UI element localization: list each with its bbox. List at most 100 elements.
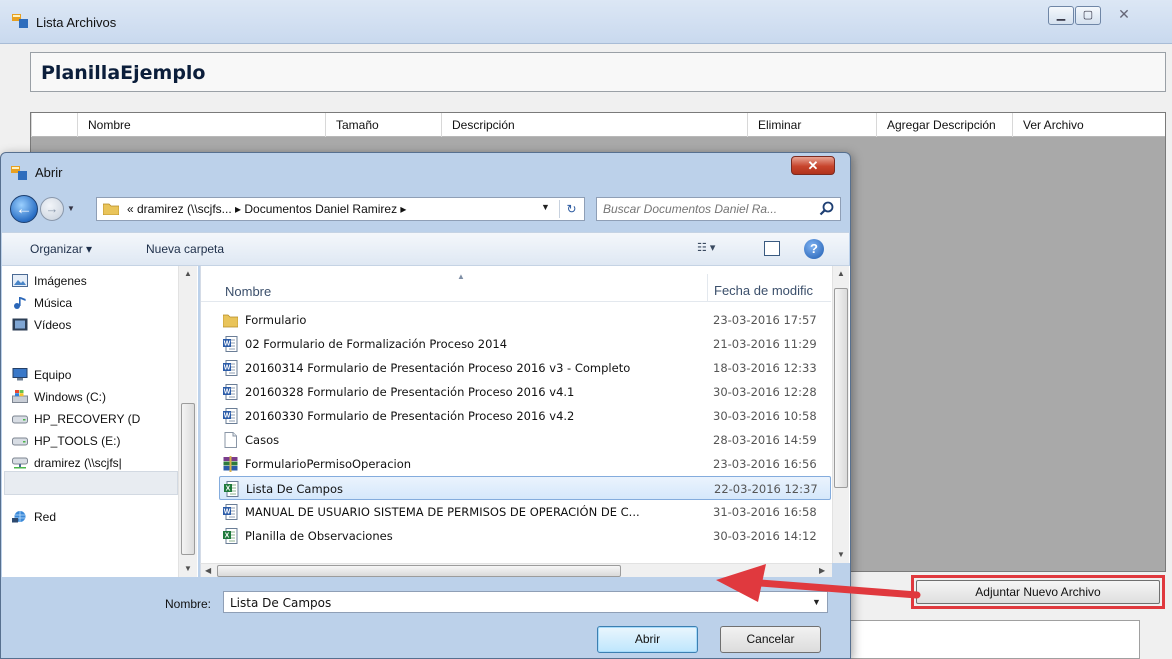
change-view-icon[interactable]: ☷ ▾ xyxy=(697,241,715,254)
window-close-button[interactable]: ✕ xyxy=(1104,6,1144,25)
file-row[interactable]: W 20160330 Formulario de Presentación Pr… xyxy=(219,404,831,428)
file-row[interactable]: W 20160328 Formulario de Presentación Pr… xyxy=(219,380,831,404)
word-doc-icon: W xyxy=(223,504,238,520)
nav-item-dramirez-network-drive[interactable]: dramirez (\\scjfs| xyxy=(12,452,122,474)
computer-icon xyxy=(12,368,28,381)
maximize-button[interactable]: ▢ xyxy=(1075,6,1101,25)
forward-button[interactable]: → xyxy=(40,197,64,221)
minimize-button[interactable]: ▁ xyxy=(1048,6,1074,25)
file-list-scroll-thumb[interactable] xyxy=(834,288,848,488)
preview-pane-icon[interactable] xyxy=(764,241,780,256)
column-header-name[interactable]: Nombre xyxy=(225,284,271,299)
network-icon xyxy=(12,511,26,523)
nav-scrollbar[interactable]: ▲ ▼ xyxy=(178,266,197,577)
horizontal-scroll-thumb[interactable] xyxy=(217,565,621,577)
grid-col-tamano[interactable]: Tamaño xyxy=(325,113,441,137)
scroll-up-icon[interactable]: ▲ xyxy=(837,269,845,278)
file-row[interactable]: FormularioPermisoOperacion 23-03-2016 16… xyxy=(219,452,831,476)
lower-panel xyxy=(850,612,1170,659)
scroll-down-icon[interactable]: ▼ xyxy=(837,550,845,559)
grid-col-descripcion[interactable]: Descripción xyxy=(441,113,747,137)
search-input[interactable] xyxy=(603,201,813,217)
file-row[interactable]: X Planilla de Observaciones 30-03-2016 1… xyxy=(219,524,831,548)
nav-item-imagenes[interactable]: Imágenes xyxy=(12,270,87,292)
help-icon[interactable]: ? xyxy=(804,239,824,259)
refresh-icon[interactable]: ↻ xyxy=(559,200,583,218)
file-date: 30-03-2016 10:58 xyxy=(713,409,817,423)
nav-item-red[interactable]: Red xyxy=(12,506,56,528)
folder-icon xyxy=(103,203,119,215)
file-date: 23-03-2016 16:56 xyxy=(713,457,817,471)
nav-item-equipo[interactable]: Equipo xyxy=(12,364,71,386)
file-list-scrollbar[interactable]: ▲ ▼ xyxy=(832,266,849,563)
nav-item-windows-c[interactable]: Windows (C:) xyxy=(12,386,106,408)
nav-item-label: HP_RECOVERY (D xyxy=(34,412,141,426)
folder-icon xyxy=(223,314,238,328)
file-name: Lista De Campos xyxy=(246,482,343,496)
scroll-left-icon[interactable]: ◀ xyxy=(205,566,211,575)
grid-col-nombre[interactable]: Nombre xyxy=(77,113,325,137)
column-header-date[interactable]: Fecha de modific xyxy=(707,274,831,302)
file-list[interactable]: ▲ Nombre Fecha de modific Formulario 23-… xyxy=(200,266,850,563)
dialog-close-button[interactable]: ✕ xyxy=(791,156,835,175)
file-name: 20160314 Formulario de Presentación Proc… xyxy=(245,361,631,375)
file-row-selected[interactable]: X Lista De Campos 22-03-2016 12:37 xyxy=(219,476,831,500)
organize-button[interactable]: Organizar ▾ xyxy=(30,242,92,256)
nav-item-hp-tools[interactable]: HP_TOOLS (E:) xyxy=(12,430,120,452)
file-date: 21-03-2016 11:29 xyxy=(713,337,817,351)
file-row[interactable]: W MANUAL DE USUARIO SISTEMA DE PERMISOS … xyxy=(219,500,831,524)
annotation-arrow xyxy=(716,564,921,602)
grid-col-ver-archivo[interactable]: Ver Archivo xyxy=(1012,113,1165,137)
annotation-highlight-box xyxy=(911,575,1165,609)
svg-text:X: X xyxy=(226,486,231,493)
nav-item-label: Red xyxy=(34,510,57,524)
filename-label: Nombre: xyxy=(165,597,212,611)
videos-icon xyxy=(12,318,28,331)
nav-item-label: Equipo xyxy=(34,368,72,382)
file-list-header: ▲ Nombre Fecha de modific xyxy=(201,270,831,302)
nav-item-label: HP_TOOLS (E:) xyxy=(34,434,121,448)
search-box[interactable] xyxy=(596,197,841,221)
cancel-button[interactable]: Cancelar xyxy=(720,626,821,653)
grid-col-eliminar[interactable]: Eliminar xyxy=(747,113,876,137)
nav-item-label: Imágenes xyxy=(34,274,87,288)
navigation-pane[interactable]: Imágenes Música Vídeos Equipo Windows (C… xyxy=(2,266,198,577)
address-bar[interactable]: « dramirez (\\scjfs... ▸ Documentos Dani… xyxy=(96,197,585,221)
recent-locations-dropdown-icon[interactable]: ▼ xyxy=(67,204,75,213)
scroll-up-icon[interactable]: ▲ xyxy=(184,269,192,278)
nav-item-hp-recovery[interactable]: HP_RECOVERY (D xyxy=(12,408,140,430)
file-row[interactable]: Casos 28-03-2016 14:59 xyxy=(219,428,831,452)
back-button[interactable]: ← xyxy=(10,195,38,223)
grid-header: Nombre Tamaño Descripción Eliminar Agreg… xyxy=(31,113,1165,137)
address-path[interactable]: « dramirez (\\scjfs... ▸ Documentos Dani… xyxy=(127,202,406,216)
nav-item-label: Windows (C:) xyxy=(34,390,107,404)
word-doc-icon: W xyxy=(223,336,238,352)
new-folder-button[interactable]: Nueva carpeta xyxy=(146,242,224,256)
word-doc-icon: W xyxy=(223,408,238,424)
network-drive-icon xyxy=(12,457,28,469)
nav-scroll-thumb[interactable] xyxy=(181,403,195,555)
word-doc-icon: W xyxy=(223,360,238,376)
file-name: 02 Formulario de Formalización Proceso 2… xyxy=(245,337,508,351)
window-titlebar: Lista Archivos ▁ ▢ ✕ xyxy=(0,0,1172,44)
nav-item-musica[interactable]: Música xyxy=(12,292,72,314)
file-row[interactable]: Formulario 23-03-2016 17:57 xyxy=(219,308,831,332)
music-icon xyxy=(14,297,26,309)
open-button[interactable]: Abrir xyxy=(597,626,698,653)
file-name: Casos xyxy=(245,433,280,447)
nav-item-label: Música xyxy=(34,296,73,310)
archive-icon xyxy=(223,456,238,472)
scroll-down-icon[interactable]: ▼ xyxy=(184,564,192,573)
grid-col-agregar-descripcion[interactable]: Agregar Descripción xyxy=(876,113,1012,137)
svg-text:W: W xyxy=(224,389,231,396)
address-dropdown-icon[interactable]: ▼ xyxy=(541,202,550,212)
file-date: 28-03-2016 14:59 xyxy=(713,433,817,447)
file-date: 23-03-2016 17:57 xyxy=(713,313,817,327)
nav-item-videos[interactable]: Vídeos xyxy=(12,314,71,336)
app-window-icon xyxy=(12,14,28,28)
word-doc-icon: W xyxy=(223,384,238,400)
file-row[interactable]: W 20160314 Formulario de Presentación Pr… xyxy=(219,356,831,380)
file-name: Formulario xyxy=(245,313,307,327)
search-icon[interactable] xyxy=(819,201,835,217)
file-row[interactable]: W 02 Formulario de Formalización Proceso… xyxy=(219,332,831,356)
